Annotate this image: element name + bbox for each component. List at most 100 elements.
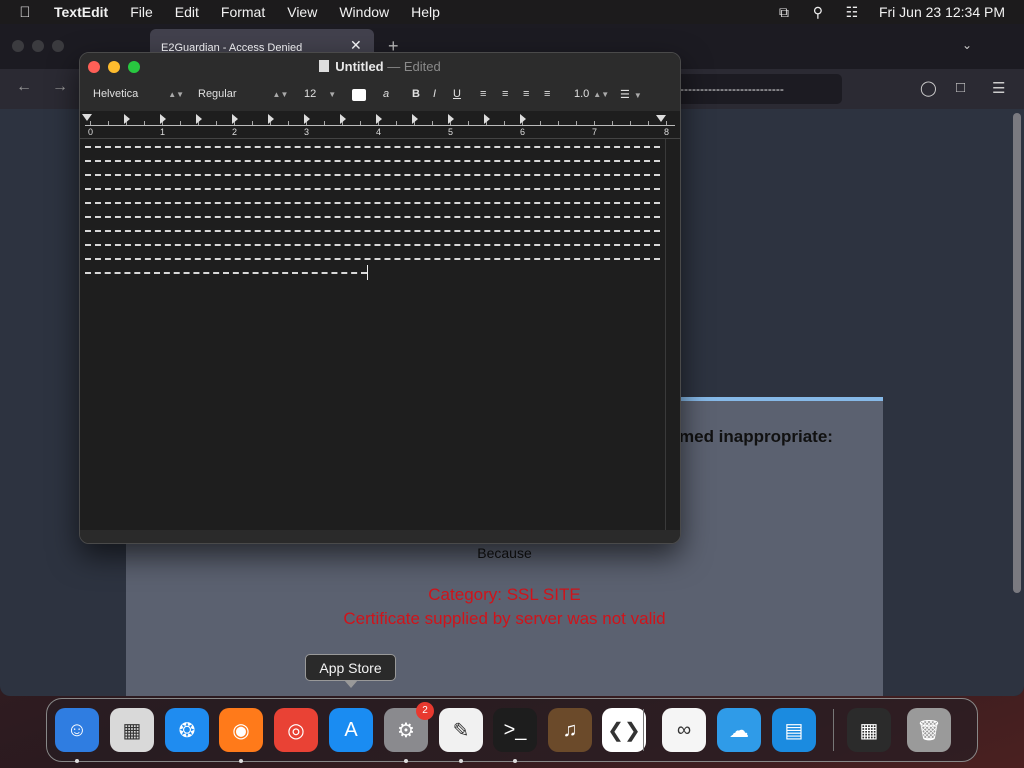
textedit-bottom-bar bbox=[80, 530, 680, 543]
dock-item-firefox[interactable]: ◉ bbox=[219, 708, 263, 752]
menu-format[interactable]: Format bbox=[210, 0, 276, 24]
extensions-icon[interactable]: □ bbox=[956, 79, 965, 96]
line-spacing-select[interactable]: 1.0 ▲▼ bbox=[574, 88, 609, 100]
ruler-number: 1 bbox=[160, 127, 166, 137]
ruler-number: 0 bbox=[88, 127, 94, 137]
dock-item-vscode[interactable]: ❮❯ bbox=[602, 708, 646, 752]
tab-stop-marker[interactable] bbox=[160, 114, 166, 124]
dock-item-visual-studio[interactable]: ∞ bbox=[662, 708, 706, 752]
align-justify-icon[interactable]: ≡ bbox=[544, 88, 550, 100]
ruler-tick bbox=[90, 121, 91, 125]
ruler-tick bbox=[396, 121, 397, 125]
font-style-select[interactable]: Regular ▲▼ bbox=[198, 88, 288, 100]
underline-button[interactable]: U bbox=[453, 88, 461, 100]
right-margin-marker[interactable] bbox=[656, 115, 666, 122]
align-left-icon[interactable]: ≡ bbox=[480, 88, 486, 100]
ruler-tick bbox=[252, 121, 253, 125]
tab-stop-marker[interactable] bbox=[232, 114, 238, 124]
edited-status: Edited bbox=[403, 59, 441, 74]
dock-item-weather[interactable]: ☁ bbox=[717, 708, 761, 752]
tab-stop-marker[interactable] bbox=[412, 114, 418, 124]
font-size-select[interactable]: 12 ▼ bbox=[304, 88, 336, 100]
hamburger-menu-icon[interactable]: ☰ bbox=[992, 79, 1005, 97]
stepper-icon: ▲▼ bbox=[272, 90, 289, 99]
tab-stop-marker[interactable] bbox=[448, 114, 454, 124]
bold-button[interactable]: B bbox=[412, 88, 420, 100]
ruler[interactable]: 0 1 2 3 4 5 6 7 8 bbox=[80, 111, 680, 139]
dock-item-trash[interactable]: 🗑 bbox=[907, 708, 951, 752]
search-icon[interactable]: ⚲ bbox=[801, 4, 835, 21]
tab-stop-marker[interactable] bbox=[520, 114, 526, 124]
dock-item-keynote[interactable]: ▤ bbox=[772, 708, 816, 752]
pocket-icon[interactable]: ◯ bbox=[920, 79, 937, 97]
tooltip-arrow bbox=[344, 680, 358, 688]
menu-file[interactable]: File bbox=[119, 0, 164, 24]
running-indicator bbox=[239, 759, 243, 763]
text-background-color-well[interactable] bbox=[352, 89, 366, 101]
tab-stop-marker[interactable] bbox=[196, 114, 202, 124]
back-arrow-icon[interactable]: ← bbox=[16, 78, 32, 96]
ruler-tick bbox=[666, 121, 667, 125]
text-area[interactable] bbox=[80, 139, 680, 531]
running-indicator bbox=[75, 759, 79, 763]
dock-item-terminal[interactable]: >_ bbox=[493, 708, 537, 752]
chevron-down-icon[interactable]: ⌄ bbox=[962, 38, 972, 52]
ruler-tick bbox=[144, 121, 145, 125]
ruler-number: 4 bbox=[376, 127, 382, 137]
text-color-button[interactable]: a bbox=[383, 88, 389, 100]
format-toolbar: Helvetica ▲▼ Regular ▲▼ 12 ▼ a B I U ≡ ≡ ≡ … bbox=[80, 81, 680, 111]
browser-scrollbar[interactable] bbox=[1013, 113, 1021, 593]
menu-app-name[interactable]: TextEdit bbox=[50, 0, 119, 24]
line-spacing-value: 1.0 bbox=[574, 88, 590, 100]
apple-icon[interactable]:  bbox=[0, 4, 50, 21]
chevron-down-icon: ▼ bbox=[633, 91, 642, 100]
dock-item-recent-window[interactable]: ▦ bbox=[847, 708, 891, 752]
italic-button[interactable]: I bbox=[433, 88, 436, 100]
screen-mirroring-icon[interactable]: ⧉ bbox=[767, 4, 801, 21]
indent-marker[interactable] bbox=[82, 114, 92, 121]
align-center-icon[interactable]: ≡ bbox=[502, 88, 508, 100]
gear-icon: ⚙ bbox=[397, 719, 415, 742]
menu-view[interactable]: View bbox=[276, 0, 328, 24]
dock-item-app-store[interactable]: A bbox=[329, 708, 373, 752]
ruler-tick bbox=[594, 121, 595, 125]
control-center-icon[interactable]: ☷ bbox=[835, 4, 869, 21]
dock-item-textedit[interactable]: ✎ bbox=[439, 708, 483, 752]
dock-item-chrome[interactable]: ◎ bbox=[274, 708, 318, 752]
running-indicator bbox=[513, 759, 517, 763]
dock-item-system-settings[interactable]: ⚙ 2 bbox=[384, 702, 434, 752]
dock-item-launchpad[interactable]: ▦ bbox=[110, 708, 154, 752]
tab-stop-marker[interactable] bbox=[340, 114, 346, 124]
browser-zoom-button[interactable] bbox=[52, 40, 64, 52]
menu-window[interactable]: Window bbox=[328, 0, 400, 24]
browser-minimize-button[interactable] bbox=[32, 40, 44, 52]
ruler-tick bbox=[216, 121, 217, 125]
tab-stop-marker[interactable] bbox=[484, 114, 490, 124]
forward-arrow-icon[interactable]: → bbox=[52, 78, 68, 96]
list-bullets-icon[interactable]: ☰ ▼ bbox=[620, 88, 642, 101]
ruler-tick bbox=[504, 121, 505, 125]
firefox-icon: ◉ bbox=[232, 719, 250, 742]
textedit-titlebar[interactable]: Untitled — Edited bbox=[80, 53, 680, 81]
browser-close-button[interactable] bbox=[12, 40, 24, 52]
menu-edit[interactable]: Edit bbox=[164, 0, 210, 24]
text-line bbox=[85, 230, 660, 232]
tab-stop-marker[interactable] bbox=[268, 114, 274, 124]
dock-item-safari[interactable]: ❂ bbox=[165, 708, 209, 752]
text-line bbox=[85, 272, 367, 274]
tab-stop-marker[interactable] bbox=[376, 114, 382, 124]
dock-item-garageband[interactable]: ♫ bbox=[548, 708, 592, 752]
because-label: Because bbox=[477, 545, 532, 561]
dock-item-finder[interactable]: ☺ bbox=[55, 708, 99, 752]
tab-stop-marker[interactable] bbox=[124, 114, 130, 124]
tab-stop-marker[interactable] bbox=[304, 114, 310, 124]
dock-separator bbox=[833, 709, 834, 751]
menu-help[interactable]: Help bbox=[400, 0, 451, 24]
menu-clock[interactable]: Fri Jun 23 12:34 PM bbox=[869, 4, 1024, 20]
ruler-tick bbox=[108, 121, 109, 125]
ruler-number: 7 bbox=[592, 127, 598, 137]
align-right-icon[interactable]: ≡ bbox=[523, 88, 529, 100]
text-line bbox=[85, 146, 660, 148]
font-family-select[interactable]: Helvetica ▲▼ bbox=[93, 88, 184, 100]
vscode-icon: ❮❯ bbox=[607, 719, 641, 742]
